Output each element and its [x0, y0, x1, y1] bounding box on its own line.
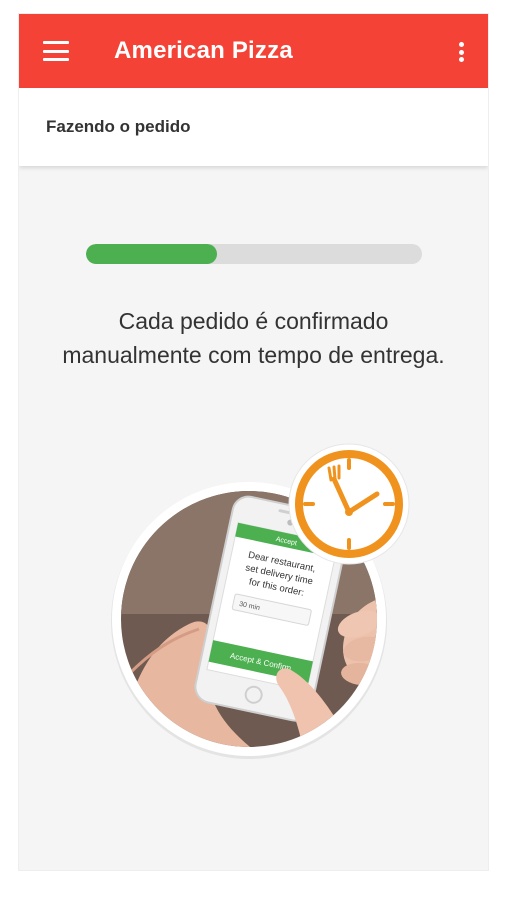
- clock-fork-icon: [288, 443, 410, 565]
- message-line-2: manualmente com tempo de entrega.: [62, 342, 445, 368]
- app-screen: American Pizza Fazendo o pedido Cada ped…: [19, 14, 488, 870]
- onboarding-message: Cada pedido é confirmado manualmente com…: [29, 304, 478, 372]
- order-confirmation-illustration: Accept Dear restaurant, set delivery tim…: [111, 443, 410, 759]
- progress-bar-fill: [86, 244, 218, 264]
- app-bar: American Pizza: [19, 14, 488, 88]
- step-header: Fazendo o pedido: [19, 88, 488, 166]
- progress-bar: [86, 244, 422, 264]
- step-title: Fazendo o pedido: [46, 117, 191, 136]
- message-line-1: Cada pedido é confirmado: [118, 308, 389, 334]
- hamburger-menu-icon[interactable]: [43, 41, 69, 61]
- app-title: American Pizza: [114, 37, 293, 64]
- more-vertical-icon[interactable]: [458, 42, 464, 62]
